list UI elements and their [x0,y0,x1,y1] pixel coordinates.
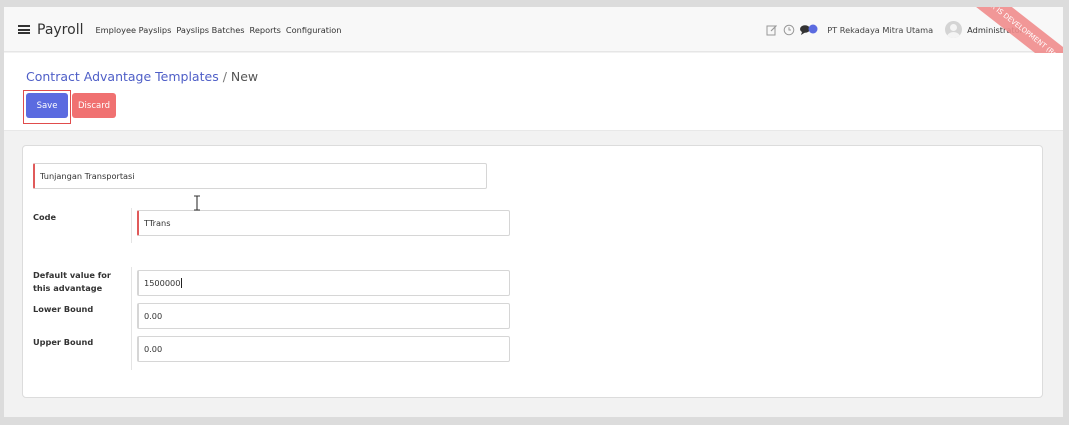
app-name[interactable]: Payroll [37,22,83,38]
upper-bound-field[interactable]: 0.00 [137,336,510,362]
lower-bound-field[interactable]: 0.00 [137,303,510,329]
name-field[interactable]: Tunjangan Transportasi [33,163,487,189]
breadcrumb-separator: / [222,69,227,84]
default-value-text: 1500000 [144,278,181,288]
code-label: Code [33,212,57,222]
breadcrumb-parent[interactable]: Contract Advantage Templates [26,69,219,84]
form-sheet: Tunjangan Transportasi Code TTrans Defau… [22,145,1043,398]
default-value-field[interactable]: 1500000 [137,270,510,296]
edit-note-icon[interactable] [765,23,779,37]
app-window: Payroll Employee Payslips Payslips Batch… [4,7,1063,417]
breadcrumb-current: New [230,69,259,84]
menu-employee-payslips[interactable]: Employee Payslips [95,25,171,35]
text-cursor-icon [192,195,202,211]
field-divider [131,208,132,243]
avatar[interactable] [945,21,963,38]
default-value-label: Default value for this advantage [33,270,111,293]
menu-payslips-batches[interactable]: Payslips Batches [176,25,244,35]
upper-bound-label: Upper Bound [33,337,94,347]
company-name[interactable]: PT Rekadaya Mitra Utama [827,25,933,35]
code-field[interactable]: TTrans [137,210,510,236]
chat-icon[interactable] [799,23,819,37]
top-navbar: Payroll Employee Payslips Payslips Batch… [4,7,1063,87]
discard-button[interactable]: Discard [72,93,116,118]
clock-icon[interactable] [782,23,796,37]
menu-icon[interactable] [18,25,30,34]
save-button[interactable]: Save [26,93,68,118]
nav-left: Payroll Employee Payslips Payslips Batch… [18,7,346,52]
text-caret [181,278,183,288]
control-panel: Contract Advantage Templates / New [4,53,1063,131]
lower-bound-label: Lower Bound [33,304,94,314]
field-divider [131,267,132,370]
breadcrumb: Contract Advantage Templates / New [26,69,258,84]
menu-reports[interactable]: Reports [250,25,281,35]
menu-configuration[interactable]: Configuration [286,25,342,35]
